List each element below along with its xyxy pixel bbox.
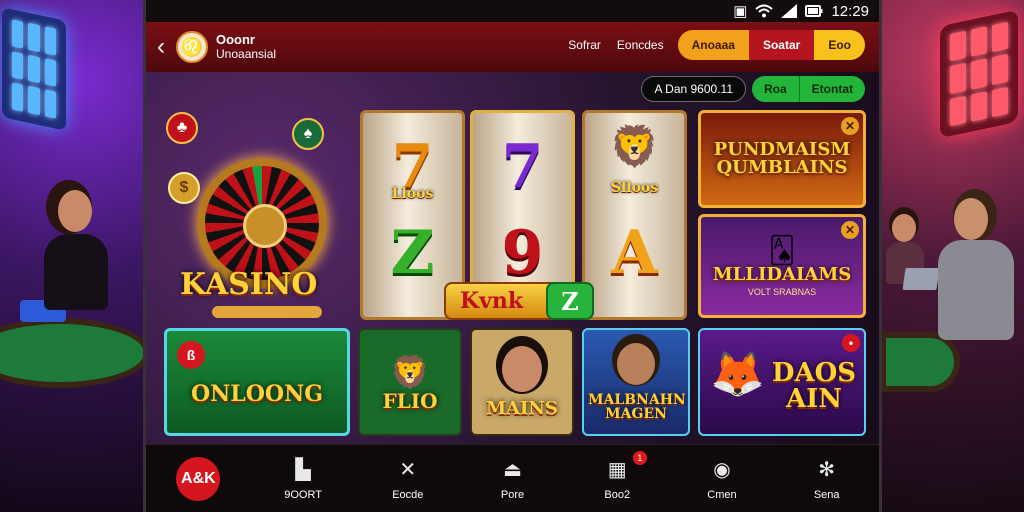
card5-badge-icon: • bbox=[842, 334, 860, 352]
nfc-icon: ▣ bbox=[733, 3, 748, 20]
store-icon: ▙ bbox=[295, 459, 311, 481]
app-window: ▣ 12:29 ‹ ♌ Ooonr Unoaansial Sofrar Eonc… bbox=[143, 0, 882, 512]
header-actions: Sofrar Eoncdes Anoaaa Soatar Eoo bbox=[560, 30, 865, 60]
featured-game-2[interactable]: 🂡 MLLIDAIAMS VOLT SRABNAS ✕ bbox=[698, 214, 866, 318]
reel2-symbol: 9 bbox=[501, 218, 544, 288]
game-card-4-title: MALBNAHN MAGEN bbox=[588, 392, 686, 422]
account-bar: A Dan 9600.11 Roa Etontat bbox=[641, 76, 865, 102]
nav-item-6-label: Sena bbox=[813, 488, 840, 501]
nav-home[interactable]: A&K bbox=[146, 445, 251, 512]
gold-coin-icon: $ bbox=[168, 172, 200, 204]
reel1-label: Lloos bbox=[391, 186, 434, 202]
neon-sign-right bbox=[940, 9, 1018, 139]
reel1-symbol: Z bbox=[390, 218, 435, 288]
featured-1-close-icon[interactable]: ✕ bbox=[841, 117, 859, 135]
card1-badge-icon: ß bbox=[177, 341, 205, 369]
nav-item-4-badge: 1 bbox=[632, 451, 647, 465]
home-badge-icon: A&K bbox=[176, 456, 221, 501]
game-card-4[interactable]: MALBNAHN MAGEN bbox=[582, 328, 690, 436]
game-card-5-title: DAOS AIN bbox=[771, 358, 857, 414]
nav-item-4[interactable]: ▦ 1 Boo2 bbox=[565, 445, 670, 512]
wifi-icon bbox=[755, 4, 774, 18]
game-card-5[interactable]: 🦊 DAOS AIN • bbox=[698, 328, 866, 436]
target-icon: ◉ bbox=[713, 459, 731, 481]
account-button-1[interactable]: Roa bbox=[752, 76, 799, 102]
pill-button-3[interactable]: Eoo bbox=[814, 30, 865, 60]
roulette-game-tile[interactable]: ♣ ♠ $ KASINO bbox=[162, 112, 352, 322]
game-card-3[interactable]: MAINS bbox=[470, 328, 574, 436]
nav-item-1[interactable]: ▙ 9OORT bbox=[251, 445, 356, 512]
dealer-woman bbox=[40, 190, 110, 310]
game-card-1-title: ONLOONG bbox=[191, 381, 323, 407]
game-lobby: ♣ ♠ $ KASINO 7 Lloos Z 7 9 🦁 Slloos A Kv… bbox=[146, 72, 879, 444]
brand: Ooonr Unoaansial bbox=[216, 32, 276, 62]
pill-button-1[interactable]: Anoaaa bbox=[677, 30, 749, 60]
account-button-2[interactable]: Etontat bbox=[798, 76, 865, 102]
status-time: 12:29 bbox=[831, 2, 869, 20]
account-balance: A Dan 9600.11 bbox=[641, 76, 746, 102]
game-card-2[interactable]: 🦁 FLIO bbox=[358, 328, 462, 436]
roulette-ribbon bbox=[212, 306, 322, 318]
header-link-1[interactable]: Sofrar bbox=[560, 38, 609, 52]
player-man bbox=[930, 198, 1020, 348]
tools-icon: ✕ bbox=[399, 459, 417, 481]
reel3-lion-icon: 🦁 bbox=[609, 123, 660, 170]
nav-item-6[interactable]: ✻ Sena bbox=[774, 445, 879, 512]
status-bar: ▣ 12:29 bbox=[146, 0, 879, 22]
lion-logo-icon: ♌ bbox=[176, 31, 208, 63]
featured-game-2-title: MLLIDAIAMS bbox=[712, 264, 852, 285]
app-title: Ooonr bbox=[216, 32, 255, 47]
action-pill: Anoaaa Soatar Eoo bbox=[677, 30, 865, 60]
reel3-label: Slloos bbox=[610, 180, 659, 196]
bell-icon: ⏏ bbox=[503, 459, 522, 481]
nav-item-2[interactable]: ✕ Eocde bbox=[355, 445, 460, 512]
game-card-2-title: FLIO bbox=[382, 389, 438, 413]
gear-icon: ✻ bbox=[818, 459, 836, 481]
reel2-seven: 7 bbox=[501, 132, 544, 202]
account-buttons: Roa Etontat bbox=[752, 76, 865, 102]
spin-banner-label: Kvnk bbox=[460, 288, 524, 314]
scene: ▣ 12:29 ‹ ♌ Ooonr Unoaansial Sofrar Eonc… bbox=[0, 0, 1024, 512]
emerald-coin-icon: ♠ bbox=[292, 118, 324, 150]
nav-item-2-label: Eocde bbox=[392, 488, 424, 501]
pill-button-2[interactable]: Soatar bbox=[748, 30, 815, 60]
signal-icon bbox=[781, 4, 798, 18]
warrior-portrait bbox=[617, 343, 655, 385]
game-card-3-title: MAINS bbox=[486, 398, 558, 419]
slot-reel-3[interactable]: 🦁 Slloos A bbox=[582, 110, 687, 320]
woman-portrait bbox=[502, 346, 542, 392]
nav-item-4-label: Boo2 bbox=[604, 488, 631, 501]
fox-icon: 🦊 bbox=[710, 350, 765, 399]
spin-go-button[interactable]: Z bbox=[546, 282, 594, 320]
featured-game-1-title: PUNDMAISM QUMBLAINS bbox=[713, 139, 851, 178]
ruby-coin-icon: ♣ bbox=[166, 112, 198, 144]
game-card-1[interactable]: ß ONLOONG bbox=[164, 328, 350, 436]
app-header: ‹ ♌ Ooonr Unoaansial Sofrar Eoncdes Anoa… bbox=[146, 22, 879, 72]
nav-item-3-label: Pore bbox=[500, 488, 525, 501]
cards-icon: 🂡 bbox=[768, 235, 796, 265]
nav-item-5-label: Cmen bbox=[707, 488, 737, 501]
app-subtitle: Unoaansial bbox=[216, 47, 277, 61]
lion-icon: 🦁 bbox=[390, 354, 430, 390]
calendar-icon: ▦ bbox=[607, 459, 627, 481]
featured-2-close-icon[interactable]: ✕ bbox=[841, 221, 859, 239]
featured-game-1[interactable]: PUNDMAISM QUMBLAINS ✕ bbox=[698, 110, 866, 208]
spin-banner[interactable]: Kvnk Z bbox=[444, 282, 594, 320]
nav-item-5[interactable]: ◉ Cmen bbox=[670, 445, 775, 512]
featured-game-2-sub: VOLT SRABNAS bbox=[747, 287, 817, 297]
nav-item-1-label: 9OORT bbox=[284, 488, 322, 501]
nav-item-3[interactable]: ⏏ Pore bbox=[460, 445, 565, 512]
neon-sign-left bbox=[2, 7, 66, 131]
reel3-symbol: A bbox=[611, 218, 658, 288]
battery-icon bbox=[805, 5, 823, 17]
roulette-title: KASINO bbox=[180, 267, 318, 302]
bottom-nav: A&K ▙ 9OORT ✕ Eocde ⏏ Pore ▦ 1 Boo2 ◉ Cm… bbox=[146, 444, 879, 512]
back-icon[interactable]: ‹ bbox=[146, 22, 176, 72]
header-link-2[interactable]: Eoncdes bbox=[609, 38, 672, 52]
